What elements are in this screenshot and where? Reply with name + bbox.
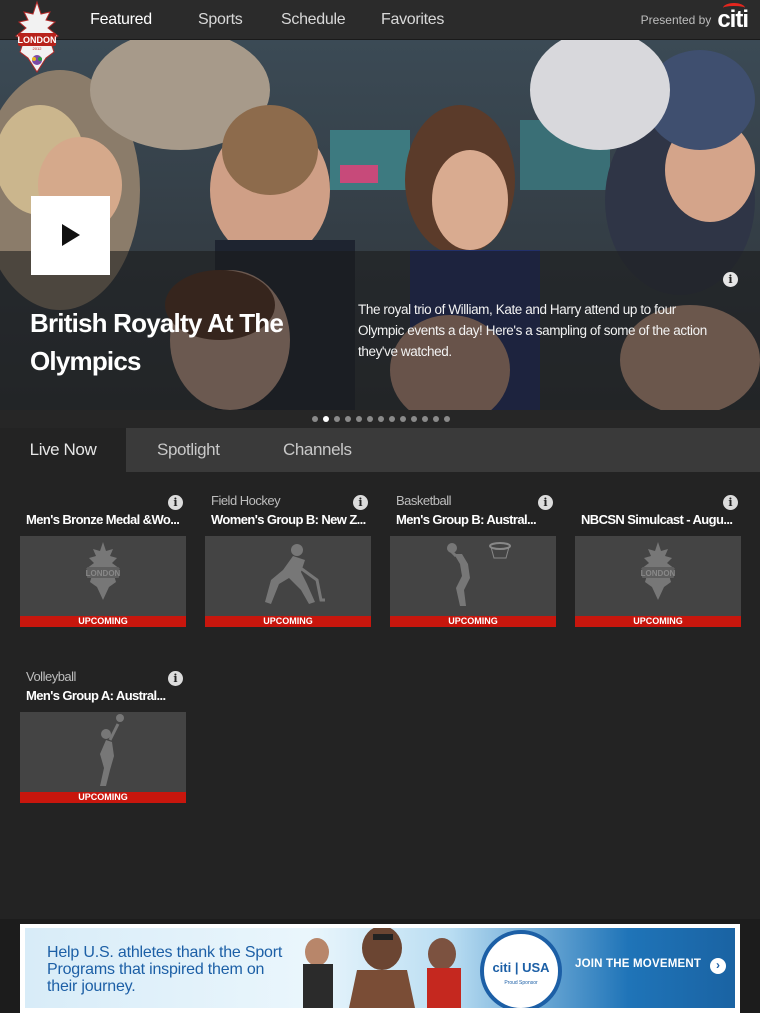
info-icon[interactable]: i [353,495,368,510]
event-sport: Volleyball [26,669,76,684]
event-card[interactable]: Volleyball i Men's Group A: Austral... U… [20,669,186,809]
event-thumbnail [390,536,556,616]
featured-hero[interactable]: British Royalty At The Olympics The roya… [0,40,760,410]
pager-dot[interactable] [367,416,373,422]
pager-dot[interactable] [345,416,351,422]
tab-spotlight[interactable]: Spotlight [157,428,220,472]
info-icon[interactable]: i [723,272,738,287]
tab-featured-label: Featured [90,11,152,28]
event-thumbnail: LONDON [20,536,186,616]
pager-dot[interactable] [433,416,439,422]
event-card[interactable]: i Men's Bronze Medal &Wo... LONDON UPCOM… [20,493,186,633]
event-thumbnail [205,536,371,616]
pager-dot[interactable] [312,416,318,422]
presented-by-label: Presented by [640,13,712,27]
tab-live-now[interactable]: Live Now [0,428,126,472]
top-nav-bar: Featured Sports Schedule Favorites Prese… [0,0,760,40]
event-title: Men's Group A: Austral... [26,688,166,703]
tab-channels[interactable]: Channels [283,428,352,472]
svg-text:LONDON: LONDON [86,569,121,578]
play-icon [62,224,80,246]
volleyball-icon [100,714,124,786]
citi-logo: citi [717,3,749,34]
london-2012-logo: LONDON [641,542,676,600]
pager-dot[interactable] [356,416,362,422]
athletes-image [303,928,461,1008]
london-2012-logo: LONDON [86,542,121,600]
tab-schedule[interactable]: Schedule [281,0,346,40]
event-thumbnail: LONDON [575,536,741,616]
join-movement-link[interactable]: JOIN THE MOVEMENT [575,958,701,970]
field-hockey-icon [265,544,325,604]
status-badge: UPCOMING [20,616,186,627]
hero-pager [0,410,760,428]
basketball-icon [446,542,511,606]
event-title: NBCSN Simulcast - Augu... [581,512,733,527]
status-badge: UPCOMING [575,616,741,627]
info-icon[interactable]: i [168,671,183,686]
svg-text:2012: 2012 [33,46,43,51]
pager-dot[interactable] [334,416,340,422]
info-icon[interactable]: i [723,495,738,510]
svg-text:LONDON: LONDON [641,569,676,578]
pager-dot[interactable] [378,416,384,422]
footer-ad-area: Help U.S. athletes thank the Sport Progr… [0,919,760,1013]
hero-description: The royal trio of William, Kate and Harr… [358,302,707,359]
status-badge: UPCOMING [205,616,371,627]
app-root: Featured Sports Schedule Favorites Prese… [0,0,760,1013]
tab-favorites[interactable]: Favorites [381,0,444,40]
play-button[interactable] [31,196,110,275]
chevron-right-icon[interactable]: › [710,958,726,974]
pager-dot[interactable] [323,416,329,422]
london-2012-logo[interactable]: LONDON 2012 [10,0,64,74]
tab-sports[interactable]: Sports [198,0,243,40]
event-title: Women's Group B: New Z... [211,512,366,527]
pager-dot[interactable] [389,416,395,422]
pager-dot[interactable] [422,416,428,422]
pager-dot[interactable] [411,416,417,422]
event-sport: Field Hockey [211,493,281,508]
status-badge: UPCOMING [20,792,186,803]
event-title: Men's Bronze Medal &Wo... [26,512,180,527]
seal-label: citi | USA [492,960,550,975]
pager-dot[interactable] [400,416,406,422]
event-card[interactable]: Basketball i Men's Group B: Austral... U… [390,493,556,633]
pager-dot[interactable] [444,416,450,422]
info-icon[interactable]: i [538,495,553,510]
svg-text:LONDON: LONDON [18,35,57,45]
ad-banner-content: Help U.S. athletes thank the Sport Progr… [25,928,735,1008]
content-tabs: Live Now Spotlight Channels [0,428,760,472]
ad-banner[interactable]: Help U.S. athletes thank the Sport Progr… [20,924,740,1013]
hero-title: British Royalty At The Olympics [30,308,284,376]
citi-usa-seal: citi | USA Proud Sponsor [480,930,562,1008]
event-card[interactable]: i NBCSN Simulcast - Augu... LONDON UPCOM… [575,493,741,633]
ad-text: Help U.S. athletes thank the Sport Progr… [47,944,283,995]
status-badge: UPCOMING [390,616,556,627]
info-icon[interactable]: i [168,495,183,510]
event-title: Men's Group B: Austral... [396,512,537,527]
tab-featured[interactable]: Featured [66,0,188,40]
sponsor-credit: Presented by citi [640,3,749,34]
event-card[interactable]: Field Hockey i Women's Group B: New Z...… [205,493,371,633]
event-sport: Basketball [396,493,451,508]
event-thumbnail [20,712,186,792]
seal-sub: Proud Sponsor [504,980,538,986]
